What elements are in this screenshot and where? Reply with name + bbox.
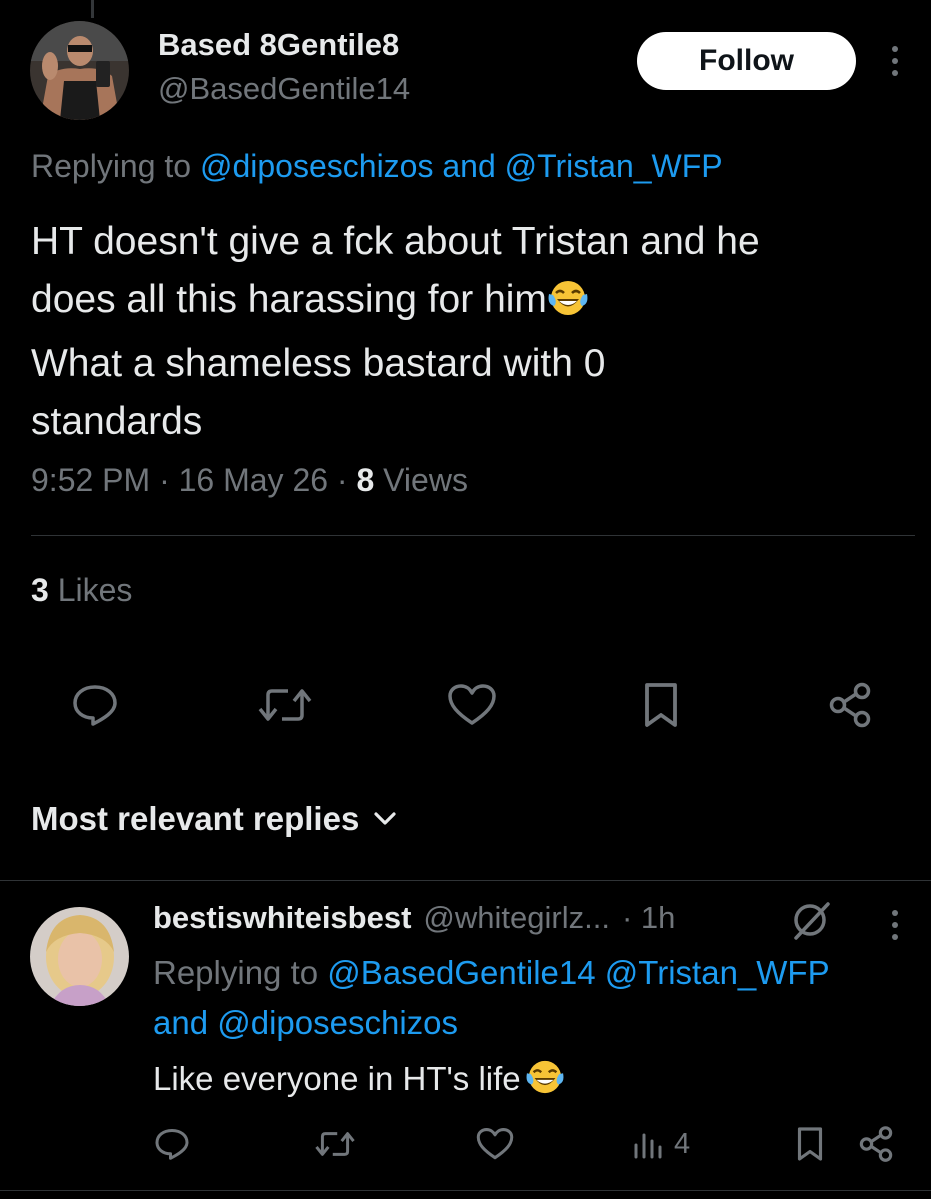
reply-bubble-icon[interactable] <box>152 1124 192 1164</box>
likes-summary[interactable]: 3 Likes <box>31 572 132 609</box>
mention-link[interactable]: @Tristan_WFP <box>605 954 830 991</box>
views-count: 4 <box>674 1127 691 1160</box>
chevron-down-icon <box>374 812 396 825</box>
divider <box>31 643 915 644</box>
share-icon[interactable] <box>823 680 877 730</box>
share-icon[interactable] <box>854 1124 898 1164</box>
views-label: Views <box>383 462 468 498</box>
retweet-icon[interactable] <box>313 1124 357 1164</box>
replies-sort-label: Most relevant replies <box>31 800 360 837</box>
replying-and: and <box>442 148 496 184</box>
grok-icon[interactable] <box>790 898 834 947</box>
views-button[interactable]: 4 <box>632 1124 690 1164</box>
divider <box>0 1190 931 1191</box>
reply-header: bestiswhiteisbest @whitegirlz... · 1h <box>153 900 675 936</box>
author-avatar[interactable] <box>30 21 129 120</box>
reply-time[interactable]: · 1h <box>622 900 675 936</box>
tweet-time[interactable]: 9:52 PM <box>31 462 150 498</box>
tweet-text-line: What a shameless bastard with 0 <box>31 342 606 385</box>
heart-icon[interactable] <box>445 680 499 730</box>
reply-bubble-icon[interactable] <box>68 680 122 730</box>
views-bar-icon <box>634 1133 662 1159</box>
reply-author-avatar[interactable] <box>30 907 129 1006</box>
retweet-icon[interactable] <box>258 680 312 730</box>
divider <box>31 535 915 536</box>
replying-to-prefix: Replying to <box>153 954 319 991</box>
tweet-text-line-with-emoji: does all this harassing for him <box>31 271 911 335</box>
reply-text: Like everyone in HT's life <box>153 1058 565 1104</box>
heart-icon[interactable] <box>474 1124 516 1164</box>
meta-separator: · <box>159 462 170 498</box>
tweet-text-line: standards <box>31 400 203 443</box>
likes-label: Likes <box>57 572 133 608</box>
reply-replying-to-line: Replying to @BasedGentile14 @Tristan_WFP <box>153 954 830 992</box>
thread-connector-line <box>91 0 94 18</box>
tweet-meta: 9:52 PM · 16 May 26 · 8 Views <box>31 462 468 499</box>
tweet-text-line: does all this harassing for him <box>31 278 547 321</box>
author-handle[interactable]: @BasedGentile14 <box>158 71 410 107</box>
laughing-tears-emoji-icon <box>525 1058 565 1104</box>
reply-display-name[interactable]: bestiswhiteisbest <box>153 900 411 936</box>
author-display-name[interactable]: Based 8Gentile8 <box>158 27 399 63</box>
reply-replying-to-line-2: and @diposeschizos <box>153 1004 458 1042</box>
divider <box>0 880 931 881</box>
replying-to-line: Replying to @diposeschizos and @Tristan_… <box>31 148 723 185</box>
mention-link[interactable]: @diposeschizos <box>217 1004 458 1041</box>
replying-to-prefix: Replying to <box>31 148 192 184</box>
more-options-icon[interactable] <box>885 46 905 76</box>
reply-handle[interactable]: @whitegirlz... <box>423 900 610 936</box>
mention-link[interactable]: @BasedGentile14 <box>327 954 595 991</box>
meta-separator: · <box>336 462 348 498</box>
tweet-date[interactable]: 16 May 26 <box>179 462 328 498</box>
mention-link[interactable]: @Tristan_WFP <box>505 148 723 184</box>
replies-sort-dropdown[interactable]: Most relevant replies <box>31 800 397 838</box>
views-count: 8 <box>356 462 375 498</box>
bookmark-icon[interactable] <box>634 680 688 730</box>
reply-text-content: Like everyone in HT's life <box>153 1060 521 1097</box>
tweet-text: HT doesn't give a fck about Tristan and … <box>31 213 911 451</box>
reply-more-options-icon[interactable] <box>885 910 905 940</box>
follow-button[interactable]: Follow <box>637 32 856 90</box>
tweet-text-line: HT doesn't give a fck about Tristan and … <box>31 220 760 263</box>
replying-and: and <box>153 1004 209 1041</box>
bookmark-icon[interactable] <box>790 1124 830 1164</box>
likes-count: 3 <box>31 572 49 608</box>
mention-link[interactable]: @diposeschizos <box>200 148 433 184</box>
laughing-tears-emoji-icon <box>547 277 589 335</box>
